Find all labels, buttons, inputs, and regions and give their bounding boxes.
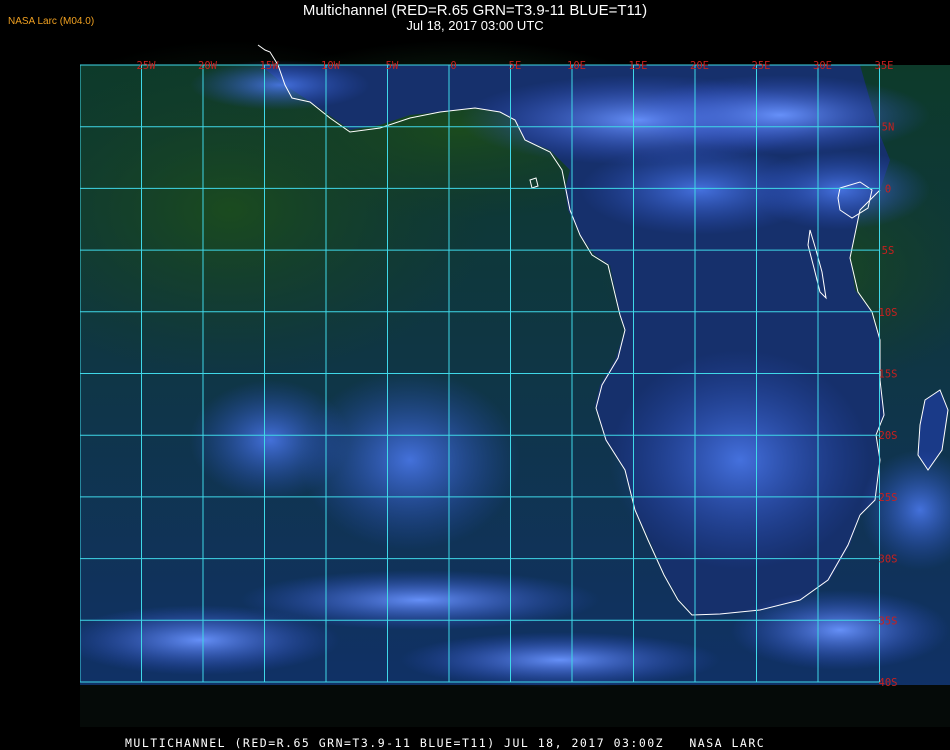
longitude-label: 25E: [752, 60, 771, 72]
longitude-label: 20E: [690, 60, 709, 72]
latitude-label: 5N: [882, 122, 895, 134]
latitude-label: 0: [885, 183, 891, 195]
producer-badge: NASA Larc (M04.0): [8, 16, 95, 27]
map-canvas: 25W 20W 15W 10W 5W 0 5E 10E 15E 20E 25E 30E 35E 5N 0 5…: [80, 40, 950, 727]
image-datetime: Jul 18, 2017 03:00 UTC: [406, 18, 544, 33]
satellite-map: 25W 20W 15W 10W 5W 0 5E 10E 15E 20E 25E 30E 35E 5N 0 5…: [80, 40, 950, 727]
latitude-label: 20S: [879, 430, 898, 442]
longitude-label: 25W: [137, 60, 157, 72]
cloud-field: [730, 590, 950, 670]
latitude-label: 40S: [879, 677, 898, 689]
cloud-field: [190, 60, 370, 110]
longitude-label: 15W: [260, 60, 280, 72]
longitude-label: 15E: [629, 60, 648, 72]
image-title: Multichannel (RED=R.65 GRN=T3.9-11 BLUE=…: [302, 2, 648, 19]
cloud-field: [400, 632, 720, 688]
longitude-label: 35E: [875, 60, 894, 72]
image-footer-caption: MULTICHANNEL (RED=R.65 GRN=T3.9-11 BLUE=…: [125, 736, 766, 750]
latitude-label: 5S: [882, 245, 895, 257]
longitude-label: 5E: [509, 60, 522, 72]
longitude-label: 10E: [567, 60, 586, 72]
longitude-label: 20W: [198, 60, 218, 72]
cloud-field: [610, 350, 870, 570]
longitude-label: 5W: [386, 60, 399, 72]
latitude-label: 15S: [879, 369, 898, 381]
longitude-label: 0: [450, 60, 456, 72]
latitude-label: 10S: [879, 307, 898, 319]
cloud-field: [630, 75, 930, 155]
cloud-field: [300, 370, 520, 550]
latitude-label: 25S: [879, 492, 898, 504]
longitude-label: 30E: [813, 60, 832, 72]
latitude-label: 30S: [879, 554, 898, 566]
latitude-label: 35S: [879, 615, 898, 627]
no-data-band: [80, 685, 950, 727]
longitude-label: 10W: [321, 60, 341, 72]
